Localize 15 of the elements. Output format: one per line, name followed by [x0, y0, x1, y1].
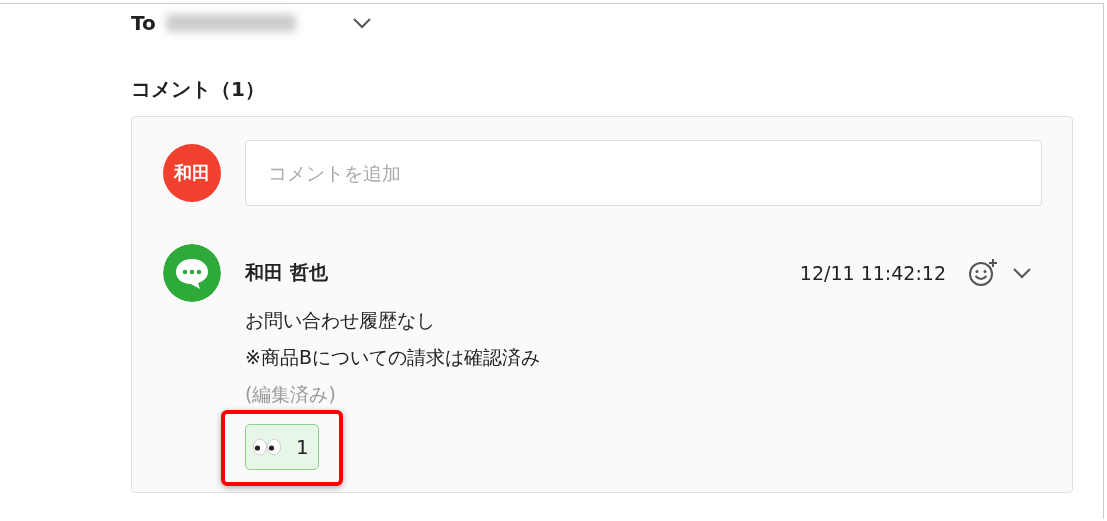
- chat-bubble-avatar-icon: [163, 244, 221, 302]
- chevron-down-icon[interactable]: [1012, 267, 1032, 279]
- add-reaction-icon[interactable]: [968, 258, 998, 288]
- user-avatar: 和田: [163, 144, 221, 202]
- comment-text: お問い合わせ履歴なし: [245, 308, 436, 333]
- chevron-down-icon[interactable]: [351, 17, 372, 29]
- timestamp: 12/11 11:42:12: [799, 262, 946, 284]
- comments-heading: コメント（1）: [131, 76, 266, 103]
- author-name: 和田 哲也: [245, 260, 329, 285]
- reaction-chip[interactable]: 1: [245, 424, 319, 470]
- eyes-icon: [252, 437, 282, 457]
- comment-text: ※商品Bについての請求は確認済み: [245, 345, 541, 370]
- to-label: To: [131, 11, 156, 35]
- edited-note: (編集済み): [245, 382, 337, 407]
- comment-input[interactable]: コメントを追加: [245, 140, 1042, 206]
